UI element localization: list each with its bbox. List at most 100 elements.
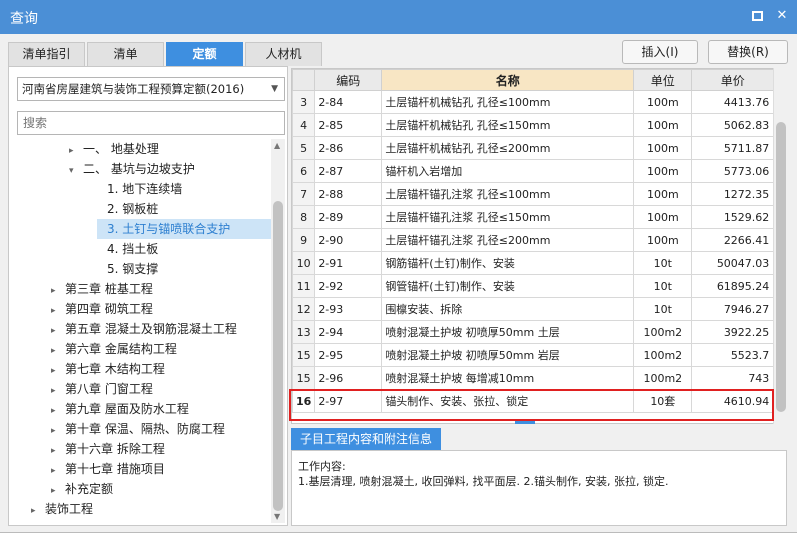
row-name[interactable]: 喷射混凝土护坡 每增减10mm <box>381 366 635 390</box>
row-name[interactable]: 土层锚杆机械钻孔 孔径≤150mm <box>381 113 635 137</box>
row-price[interactable]: 4413.76 <box>691 90 775 114</box>
row-code[interactable]: 2-94 <box>314 320 383 344</box>
chevron-right-icon[interactable]: ▸ <box>51 441 65 461</box>
row-unit[interactable]: 100m2 <box>633 366 693 390</box>
tree-node-steel-brace[interactable]: 5. 钢支撑 <box>107 259 158 279</box>
chevron-right-icon[interactable]: ▸ <box>51 301 65 321</box>
row-code[interactable]: 2-95 <box>314 343 383 367</box>
chevron-right-icon[interactable]: ▸ <box>51 361 65 381</box>
table-row[interactable]: 8 2-89 土层锚杆锚孔注浆 孔径≤150mm 100m 1529.62 <box>292 205 775 229</box>
table-row[interactable]: 6 2-87 锚杆机入岩增加 100m 5773.06 <box>292 159 775 183</box>
row-name[interactable]: 土层锚杆锚孔注浆 孔径≤100mm <box>381 182 635 206</box>
row-code[interactable]: 2-86 <box>314 136 383 160</box>
tab-list[interactable]: 清单 <box>87 42 164 66</box>
pane-splitter[interactable] <box>515 421 535 424</box>
tree-node-diaphragm-wall[interactable]: 1. 地下连续墙 <box>107 179 182 199</box>
scrollbar-thumb[interactable] <box>776 122 786 412</box>
row-name[interactable]: 土层锚杆机械钻孔 孔径≤200mm <box>381 136 635 160</box>
tree-node-chapter-3[interactable]: ▸ 第三章 桩基工程 <box>51 279 153 299</box>
chevron-right-icon[interactable]: ▸ <box>51 281 65 301</box>
row-code[interactable]: 2-84 <box>314 90 383 114</box>
row-name[interactable]: 喷射混凝土护坡 初喷厚50mm 土层 <box>381 320 635 344</box>
row-unit[interactable]: 100m2 <box>633 343 693 367</box>
table-row[interactable]: 5 2-86 土层锚杆机械钻孔 孔径≤200mm 100m 5711.87 <box>292 136 775 160</box>
row-unit[interactable]: 100m <box>633 228 693 252</box>
row-unit[interactable]: 100m <box>633 136 693 160</box>
row-name[interactable]: 锚杆机入岩增加 <box>381 159 635 183</box>
col-code-header[interactable]: 编码 <box>314 69 383 91</box>
tree-node-chapter-9[interactable]: ▸ 第九章 屋面及防水工程 <box>51 399 189 419</box>
chevron-down-icon[interactable]: ▾ <box>69 161 83 181</box>
tree-node-chapter-10[interactable]: ▸ 第十章 保温、隔热、防腐工程 <box>51 419 225 439</box>
col-price-header[interactable]: 单价 <box>691 69 775 91</box>
row-price[interactable]: 61895.24 <box>691 274 775 298</box>
tree-node-chapter-16[interactable]: ▸ 第十六章 拆除工程 <box>51 439 165 459</box>
chevron-right-icon[interactable]: ▸ <box>69 141 83 161</box>
tree-node-pit-slope-support[interactable]: ▾ 二、 基坑与边坡支护 <box>69 159 195 179</box>
chevron-right-icon[interactable]: ▸ <box>31 501 45 521</box>
chevron-right-icon[interactable]: ▸ <box>51 421 65 441</box>
table-row[interactable]: 16 2-97 锚头制作、安装、张拉、锁定 10套 4610.94 <box>292 389 775 413</box>
chevron-right-icon[interactable]: ▸ <box>51 341 65 361</box>
tab-list-guide[interactable]: 清单指引 <box>8 42 85 66</box>
chevron-down-icon[interactable]: ▼ <box>271 78 278 100</box>
chevron-right-icon[interactable]: ▸ <box>51 321 65 341</box>
quota-book-select[interactable]: 河南省房屋建筑与装饰工程预算定额(2016) ▼ <box>17 77 285 101</box>
tree-node-chapter-4[interactable]: ▸ 第四章 砌筑工程 <box>51 299 153 319</box>
tree-node-decoration[interactable]: ▸ 装饰工程 <box>31 499 93 519</box>
scroll-up-icon[interactable]: ▲ <box>274 141 280 150</box>
chevron-right-icon[interactable]: ▸ <box>51 481 65 501</box>
tree-node-retaining-board[interactable]: 4. 挡土板 <box>107 239 158 259</box>
tab-labor-material-machine[interactable]: 人材机 <box>245 42 322 66</box>
row-unit[interactable]: 10t <box>633 251 693 275</box>
maximize-icon[interactable] <box>752 11 763 21</box>
row-unit[interactable]: 100m <box>633 90 693 114</box>
row-unit[interactable]: 10t <box>633 297 693 321</box>
row-unit[interactable]: 100m <box>633 182 693 206</box>
replace-button[interactable]: 替换(R) <box>708 40 788 64</box>
tab-quota[interactable]: 定额 <box>166 42 243 66</box>
col-name-header[interactable]: 名称 <box>381 69 635 91</box>
table-row[interactable]: 12 2-93 围檩安装、拆除 10t 7946.27 <box>292 297 775 321</box>
row-price[interactable]: 3922.25 <box>691 320 775 344</box>
row-code[interactable]: 2-88 <box>314 182 383 206</box>
row-price[interactable]: 743 <box>691 366 775 390</box>
row-unit[interactable]: 100m2 <box>633 320 693 344</box>
tree-node-chapter-8[interactable]: ▸ 第八章 门窗工程 <box>51 379 153 399</box>
row-price[interactable]: 7946.27 <box>691 297 775 321</box>
insert-button[interactable]: 插入(I) <box>622 40 698 64</box>
row-code[interactable]: 2-89 <box>314 205 383 229</box>
row-price[interactable]: 5711.87 <box>691 136 775 160</box>
chevron-right-icon[interactable]: ▸ <box>51 401 65 421</box>
row-unit[interactable]: 10t <box>633 274 693 298</box>
tree-node-steel-sheet-pile[interactable]: 2. 钢板桩 <box>107 199 158 219</box>
tree-node-supplementary[interactable]: ▸ 补充定额 <box>51 479 113 499</box>
table-row[interactable]: 4 2-85 土层锚杆机械钻孔 孔径≤150mm 100m 5062.83 <box>292 113 775 137</box>
row-unit[interactable]: 100m <box>633 113 693 137</box>
row-code[interactable]: 2-97 <box>314 389 383 413</box>
tree-node-chapter-5[interactable]: ▸ 第五章 混凝土及钢筋混凝土工程 <box>51 319 237 339</box>
table-row[interactable]: 15 2-96 喷射混凝土护坡 每增减10mm 100m2 743 <box>292 366 775 390</box>
tree-node-soil-nail-support[interactable]: 3. 土钉与锚喷联合支护 <box>97 219 271 239</box>
table-row[interactable]: 3 2-84 土层锚杆机械钻孔 孔径≤100mm 100m 4413.76 <box>292 90 775 114</box>
row-name[interactable]: 锚头制作、安装、张拉、锁定 <box>381 389 635 413</box>
scroll-down-icon[interactable]: ▼ <box>274 512 280 521</box>
search-input[interactable] <box>18 112 284 134</box>
search-box[interactable] <box>17 111 285 135</box>
row-price[interactable]: 4610.94 <box>691 389 775 413</box>
tree-scrollbar[interactable]: ▲ ▼ <box>271 139 285 523</box>
row-code[interactable]: 2-87 <box>314 159 383 183</box>
row-unit[interactable]: 100m <box>633 205 693 229</box>
row-price[interactable]: 1529.62 <box>691 205 775 229</box>
row-name[interactable]: 钢筋锚杆(土钉)制作、安装 <box>381 251 635 275</box>
row-unit[interactable]: 10套 <box>633 389 693 413</box>
row-price[interactable]: 5773.06 <box>691 159 775 183</box>
row-name[interactable]: 钢管锚杆(土钉)制作、安装 <box>381 274 635 298</box>
table-row[interactable]: 15 2-95 喷射混凝土护坡 初喷厚50mm 岩层 100m2 5523.7 <box>292 343 775 367</box>
row-code[interactable]: 2-93 <box>314 297 383 321</box>
col-unit-header[interactable]: 单位 <box>633 69 693 91</box>
row-code[interactable]: 2-90 <box>314 228 383 252</box>
chevron-right-icon[interactable]: ▸ <box>51 461 65 481</box>
row-name[interactable]: 土层锚杆锚孔注浆 孔径≤200mm <box>381 228 635 252</box>
row-unit[interactable]: 100m <box>633 159 693 183</box>
